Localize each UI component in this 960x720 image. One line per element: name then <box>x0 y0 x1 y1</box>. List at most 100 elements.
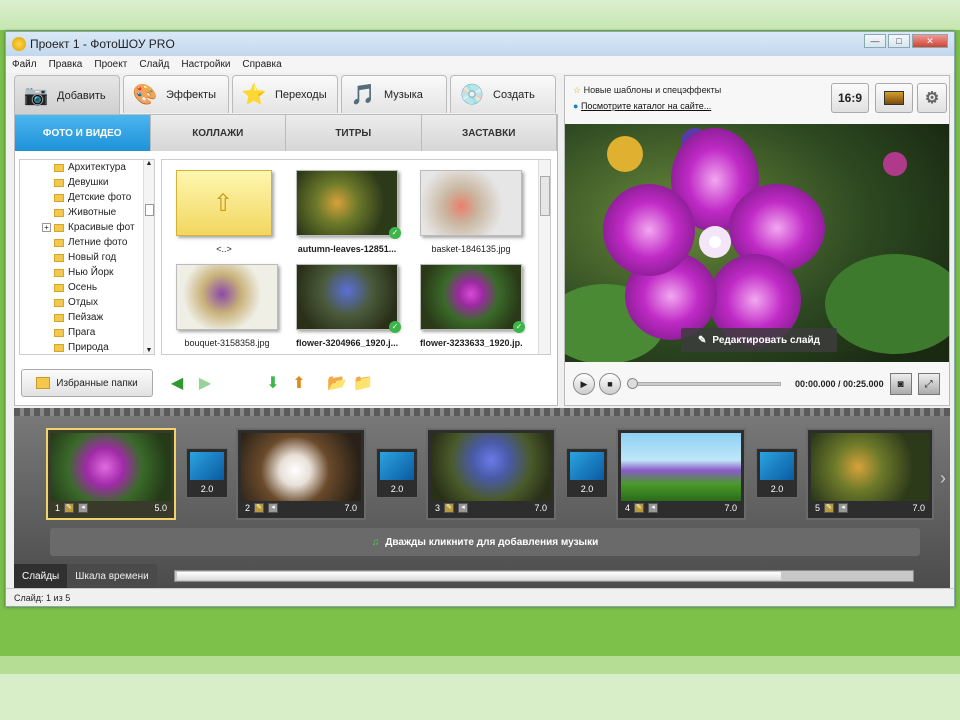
tab-effects[interactable]: 🎨 Эффекты <box>123 75 229 113</box>
settings-gear-icon[interactable]: ⚙ <box>917 83 947 113</box>
sound-icon[interactable]: ◂ <box>838 503 849 513</box>
tab-create[interactable]: 💿 Создать <box>450 75 556 113</box>
window-title: Проект 1 - ФотоШОУ PRO <box>30 37 175 51</box>
sub-tabs: ФОТО И ВИДЕО КОЛЛАЖИ ТИТРЫ ЗАСТАВКИ <box>15 115 557 151</box>
file-thumb[interactable]: ✓ flower-3204966_1920.j... <box>296 264 401 348</box>
playback-knob[interactable] <box>627 378 638 389</box>
scroll-down-icon[interactable]: ▼ <box>144 347 154 354</box>
add-down-arrow-icon[interactable]: ⬇ <box>263 373 283 393</box>
folder-item[interactable]: Архитектура <box>20 160 154 175</box>
slide-card[interactable]: 1 ✎ ◂ 5.0 <box>46 428 176 520</box>
folder-item[interactable]: Прага <box>20 325 154 340</box>
transition-card[interactable]: 2.0 <box>756 448 798 498</box>
tree-scroll-thumb[interactable] <box>145 204 154 216</box>
folder-item[interactable]: Детские фото <box>20 190 154 205</box>
folder-item[interactable]: Нью Йорк <box>20 265 154 280</box>
menu-slide[interactable]: Слайд <box>139 59 169 70</box>
transition-card[interactable]: 2.0 <box>186 448 228 498</box>
folder-label: Природа <box>68 342 109 353</box>
edit-slide-icon[interactable]: ✎ <box>444 503 455 513</box>
slide-duration: 7.0 <box>912 503 925 513</box>
scroll-up-icon[interactable]: ▲ <box>144 160 154 167</box>
subtab-intros[interactable]: ЗАСТАВКИ <box>422 115 557 151</box>
fullscreen-icon[interactable]: ⤢ <box>917 373 940 395</box>
file-thumb[interactable]: ✓ flower-3233633_1920.jp... <box>420 264 525 348</box>
folder-item[interactable]: Девушки <box>20 175 154 190</box>
subtab-photo-video[interactable]: ФОТО И ВИДЕО <box>15 115 151 151</box>
menu-project[interactable]: Проект <box>94 59 127 70</box>
grid-scrollbar[interactable] <box>538 160 550 354</box>
tab-music[interactable]: 🎵 Музыка <box>341 75 447 113</box>
edit-slide-icon[interactable]: ✎ <box>634 503 645 513</box>
subtab-titles[interactable]: ТИТРЫ <box>286 115 422 151</box>
stop-button[interactable]: ■ <box>599 373 621 395</box>
slide-duration: 7.0 <box>724 503 737 513</box>
storyboard-scroll-thumb[interactable] <box>177 572 781 580</box>
music-track[interactable]: ♫ Дважды кликните для добавления музыки <box>50 528 920 556</box>
fullscreen-preview-icon[interactable] <box>875 83 913 113</box>
slide-number: 5 <box>815 503 821 513</box>
expand-icon[interactable]: + <box>42 223 51 232</box>
slide-card[interactable]: 4 ✎ ◂ 7.0 <box>616 428 746 520</box>
folder-label: Детские фото <box>68 192 132 203</box>
maximize-button[interactable]: □ <box>888 34 910 48</box>
folder-item[interactable]: Новый год <box>20 250 154 265</box>
menu-settings[interactable]: Настройки <box>181 59 230 70</box>
storyboard-scrollbar[interactable] <box>174 570 914 582</box>
tab-transitions[interactable]: ⭐ Переходы <box>232 75 338 113</box>
menu-edit[interactable]: Правка <box>49 59 83 70</box>
subtab-collages[interactable]: КОЛЛАЖИ <box>151 115 286 151</box>
slide-card[interactable]: 3 ✎ ◂ 7.0 <box>426 428 556 520</box>
tab-add[interactable]: 📷 Добавить <box>14 75 120 115</box>
menu-help[interactable]: Справка <box>242 59 281 70</box>
add-folder-icon[interactable]: 📂 <box>327 373 347 393</box>
playback-slider[interactable] <box>627 378 781 389</box>
close-button[interactable]: ✕ <box>912 34 948 48</box>
folder-item[interactable]: Животные <box>20 205 154 220</box>
tab-slides[interactable]: Слайды <box>14 564 68 588</box>
snapshot-camera-icon[interactable]: ◙ <box>889 373 912 395</box>
sound-icon[interactable]: ◂ <box>648 503 659 513</box>
back-arrow-icon[interactable]: ◀ <box>167 373 187 393</box>
file-thumb[interactable]: bouquet-3158358.jpg <box>176 264 278 348</box>
transition-card[interactable]: 2.0 <box>376 448 418 498</box>
tab-timeline[interactable]: Шкала времени <box>67 564 157 588</box>
used-check-icon: ✓ <box>389 227 401 239</box>
folder-item[interactable]: + Красивые фот <box>20 220 154 235</box>
file-thumb[interactable]: basket-1846135.jpg <box>420 170 522 254</box>
sound-icon[interactable]: ◂ <box>268 503 279 513</box>
folder-label: Пейзаж <box>68 312 104 323</box>
minimize-button[interactable]: — <box>864 34 886 48</box>
aspect-ratio-button[interactable]: 16:9 <box>831 83 869 113</box>
slide-card[interactable]: 5 ✎ ◂ 7.0 <box>806 428 934 520</box>
tree-scrollbar[interactable]: ▲ ▼ <box>143 160 154 354</box>
favorites-button[interactable]: Избранные папки <box>21 369 153 397</box>
folder-item[interactable]: Природа <box>20 340 154 354</box>
transition-card[interactable]: 2.0 <box>566 448 608 498</box>
up-arrow-icon[interactable]: ⬆ <box>289 373 309 393</box>
chevron-right-icon[interactable]: › <box>940 468 946 489</box>
grid-scroll-thumb[interactable] <box>540 176 550 216</box>
edit-slide-icon[interactable]: ✎ <box>254 503 265 513</box>
play-button[interactable]: ▶ <box>573 373 595 395</box>
forward-arrow-icon[interactable]: ▶ <box>195 373 215 393</box>
folder-item[interactable]: Пейзаж <box>20 310 154 325</box>
folder-item[interactable]: Отдых <box>20 295 154 310</box>
storyboard: 1 ✎ ◂ 5.0 2.0 2 ✎ ◂ 7.0 2.0 3 ✎ ◂ 7.0 2.0 4 ✎ ◂ 7.0 … <box>14 408 950 588</box>
slide-number: 1 <box>55 503 61 513</box>
add-all-folder-icon[interactable]: 📁 <box>353 373 373 393</box>
file-name: autumn-leaves-12851... <box>297 244 397 254</box>
edit-slide-icon[interactable]: ✎ <box>64 503 75 513</box>
edit-slide-button[interactable]: ✎ Редактировать слайд <box>681 328 837 352</box>
menu-file[interactable]: Файл <box>12 59 37 70</box>
catalog-link[interactable]: Посмотрите каталог на сайте... <box>581 101 711 111</box>
slide-card[interactable]: 2 ✎ ◂ 7.0 <box>236 428 366 520</box>
sound-icon[interactable]: ◂ <box>78 503 89 513</box>
folder-item[interactable]: Летние фото <box>20 235 154 250</box>
file-thumb-parent[interactable]: ⇧ <..> <box>176 170 272 254</box>
sound-icon[interactable]: ◂ <box>458 503 469 513</box>
edit-slide-icon[interactable]: ✎ <box>824 503 835 513</box>
view-tabs: Слайды Шкала времени <box>14 564 157 588</box>
folder-item[interactable]: Осень <box>20 280 154 295</box>
file-thumb[interactable]: ✓ autumn-leaves-12851... <box>296 170 401 254</box>
